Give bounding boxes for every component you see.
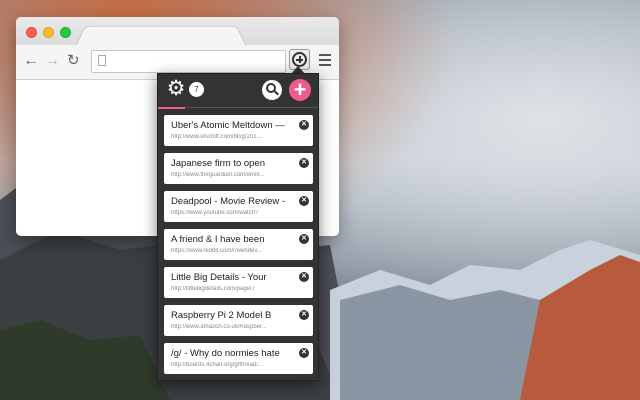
item-url: http://www.theguardian.com/envir... [171,172,265,178]
remove-icon[interactable]: ✕ [299,196,309,206]
item-title: /g/ - Why do normies hate [171,348,280,359]
item-title: A friend & I have been [171,234,265,245]
item-title: Japanese firm to open [171,158,266,169]
remove-icon[interactable]: ✕ [299,120,309,130]
address-bar[interactable] [91,50,286,73]
list-item[interactable]: Japanese firm to open http://www.theguar… [164,153,313,184]
add-button[interactable]: + [289,79,311,101]
item-title: Little Big Details - Your [171,272,267,283]
list-item[interactable]: Raspberry Pi 2 Model B http://www.amazon… [164,305,313,336]
extension-popup: ⚙ 7 + Uber's Atomic Meltdown — http://ww… [157,73,319,381]
item-title: Raspberry Pi 2 Model B [171,310,272,321]
item-title: Deadpool - Movie Review - [171,196,286,207]
gear-icon[interactable]: ⚙ [166,78,186,99]
minimize-window-button[interactable] [43,27,54,38]
item-url: https://www.reddit.com/r/webdev... [171,248,262,254]
search-button[interactable] [262,80,282,100]
popup-header: ⚙ 7 + [158,74,318,109]
hamburger-menu-icon[interactable] [319,54,331,66]
back-arrow-icon[interactable]: ← [23,52,39,70]
list-item[interactable]: Uber's Atomic Meltdown — http://www.elsc… [164,115,313,146]
remove-icon[interactable]: ✕ [299,272,309,282]
saved-links-list: Uber's Atomic Meltdown — http://www.elsc… [164,115,313,381]
page-icon [98,55,106,66]
remove-icon[interactable]: ✕ [299,348,309,358]
item-title: Uber's Atomic Meltdown — [171,120,285,131]
item-url: http://www.amazon.co.uk/Raspber... [171,324,267,330]
reload-icon[interactable]: ↻ [67,52,80,70]
list-item[interactable]: A friend & I have been https://www.reddi… [164,229,313,260]
zoom-window-button[interactable] [60,27,71,38]
plus-circle-icon [292,52,307,67]
remove-icon[interactable]: ✕ [299,158,309,168]
forward-arrow-icon[interactable]: → [44,52,60,70]
list-item[interactable]: Deadpool - Movie Review - https://www.yo… [164,191,313,222]
count-badge: 7 [189,82,204,97]
item-url: http://littlebigdetails.com/page/7 [171,286,256,292]
item-url: http://boards.4chan.org/g/thread/... [171,362,264,368]
divider [185,107,318,108]
title-bar [16,17,339,49]
close-window-button[interactable] [26,27,37,38]
active-tab-indicator [158,107,185,109]
remove-icon[interactable]: ✕ [299,234,309,244]
list-item[interactable]: /g/ - Why do normies hate http://boards.… [164,343,313,374]
item-url: https://www.youtube.com/watch? [171,210,259,216]
item-url: http://www.elschiff.com/blog/201... [171,134,262,140]
remove-icon[interactable]: ✕ [299,310,309,320]
list-item[interactable]: Little Big Details - Your http://littleb… [164,267,313,298]
